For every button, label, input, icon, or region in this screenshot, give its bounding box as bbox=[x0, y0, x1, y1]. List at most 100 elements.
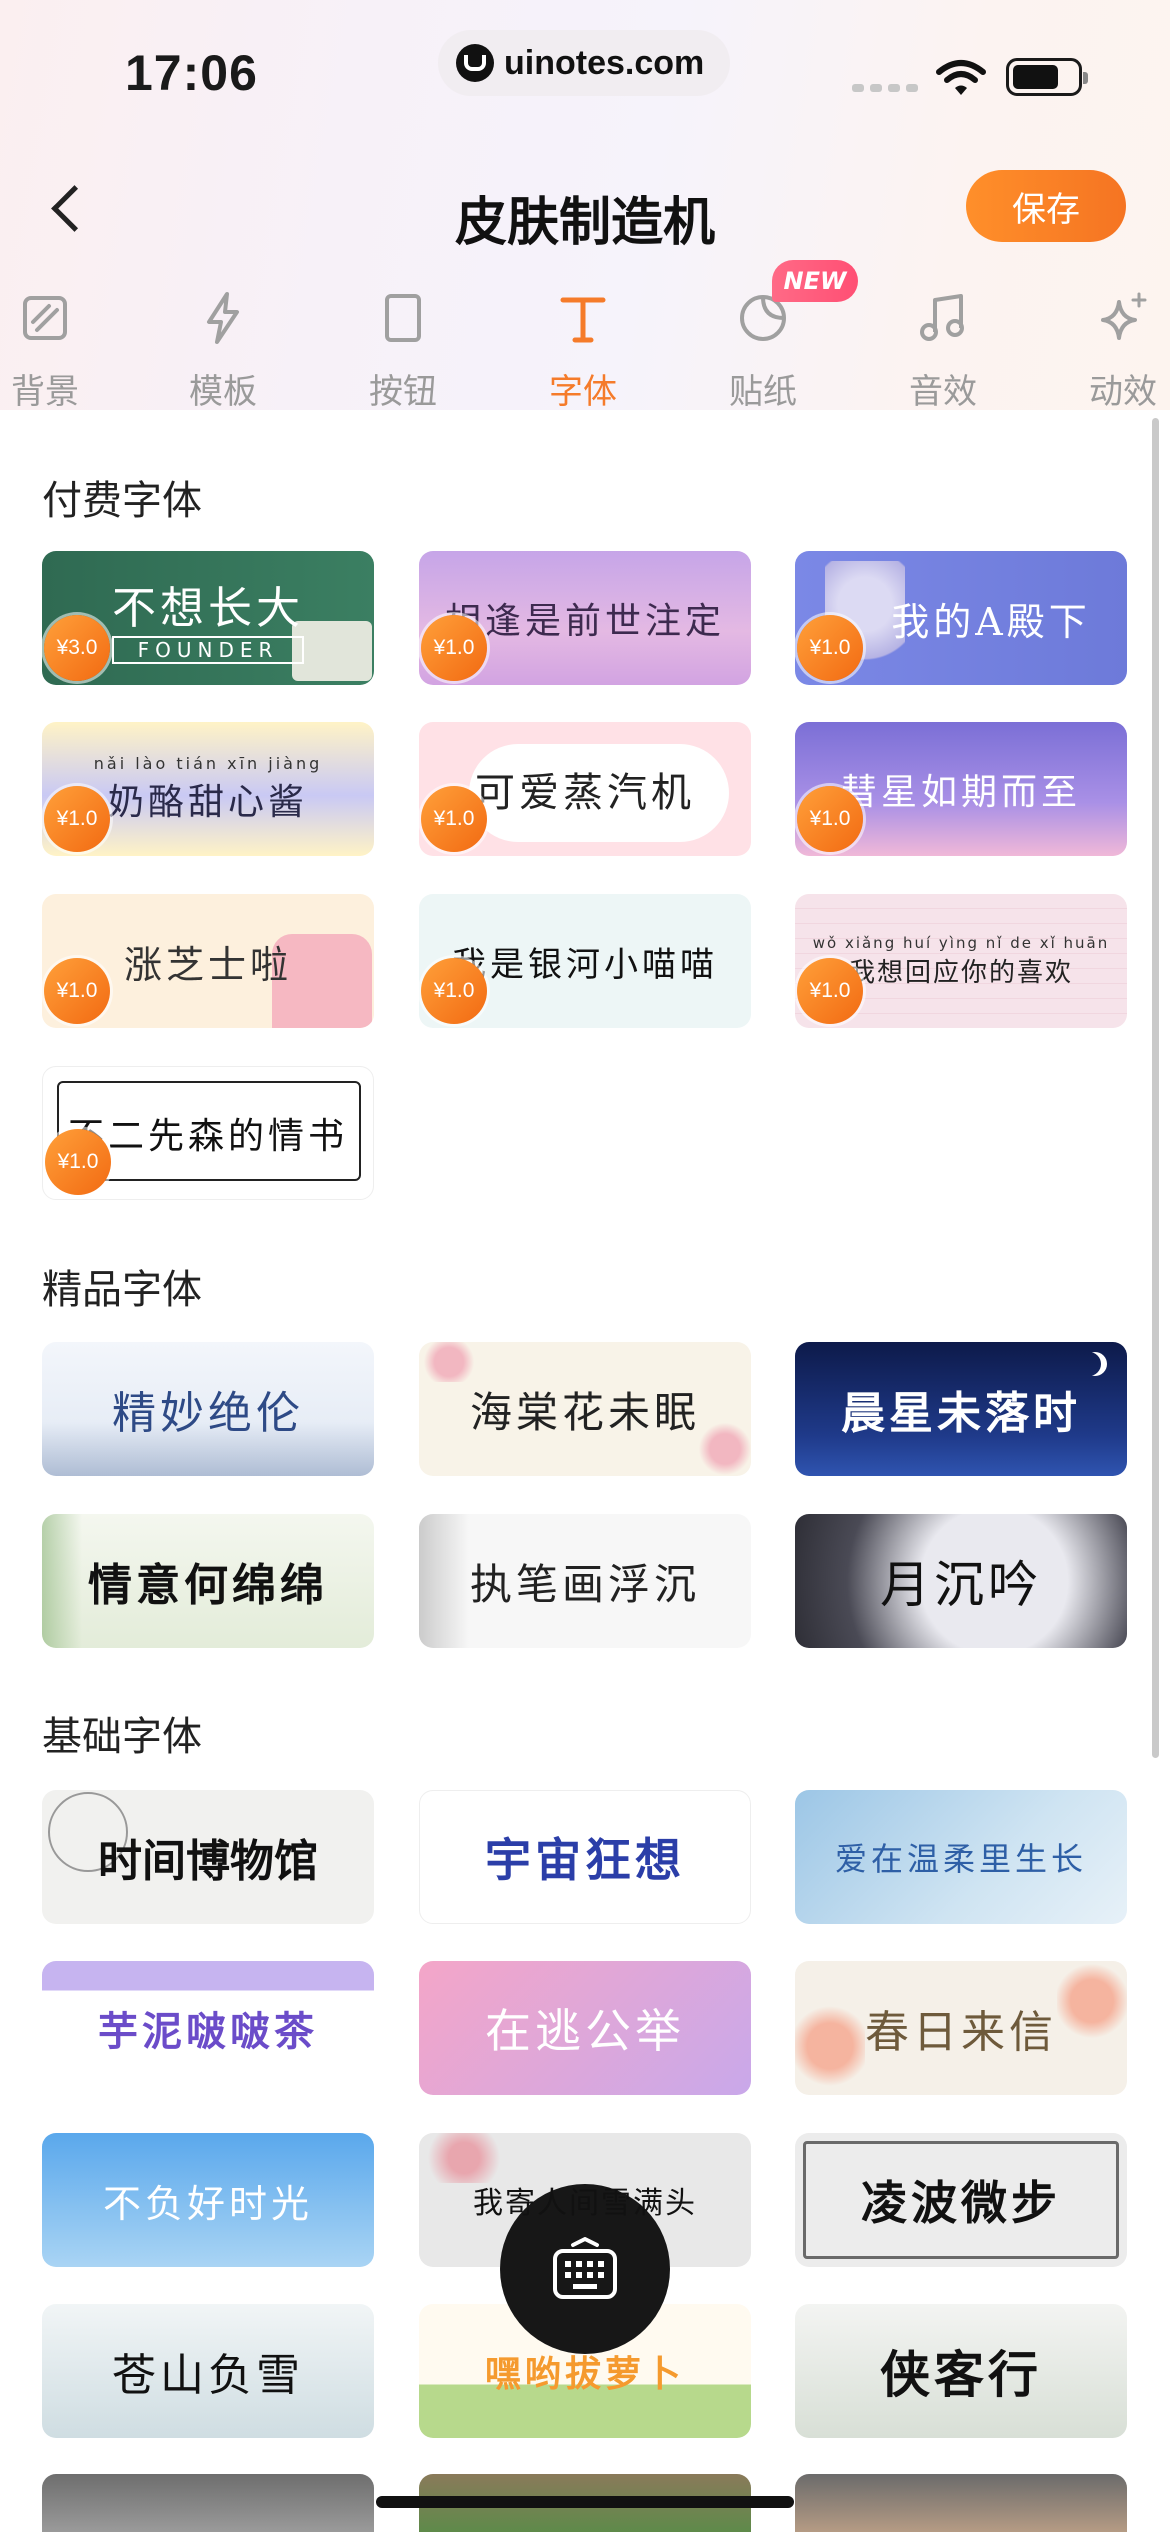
font-sample-text: 芋泥啵啵茶 bbox=[98, 2008, 318, 2055]
button-icon bbox=[385, 294, 421, 342]
font-sample-text: 执笔画浮沉 bbox=[469, 1559, 700, 1609]
font-card[interactable]: 相逢是前世注定 ¥1.0 bbox=[419, 551, 751, 685]
price-badge: ¥1.0 bbox=[797, 958, 863, 1024]
font-sample-text: 月沉吟 bbox=[880, 1556, 1042, 1614]
price-badge: ¥1.0 bbox=[45, 1129, 111, 1195]
font-card[interactable]: 晨星未落时 bbox=[795, 1342, 1127, 1476]
font-sample-text: 苍山负雪 bbox=[112, 2350, 304, 2401]
font-card[interactable]: 情意何绵绵 bbox=[42, 1514, 374, 1648]
font-sample-text: 春日来信 bbox=[865, 2007, 1057, 2058]
price-badge: ¥1.0 bbox=[421, 958, 487, 1024]
font-sample-text: 时间博物馆 bbox=[98, 1836, 318, 1887]
tab-label: 音效 bbox=[909, 372, 977, 412]
font-card[interactable]: 凌波微步 bbox=[795, 2133, 1127, 2267]
new-badge: NEW bbox=[772, 260, 858, 302]
font-sample-text: 不想长大 bbox=[112, 583, 304, 634]
font-sample-text: 嘿哟拔萝卜 bbox=[484, 2353, 685, 2395]
font-card[interactable]: nǎi lào tián xīn jiàng 奶酪甜心酱 ¥1.0 bbox=[42, 722, 374, 856]
url-pill[interactable]: uinotes.com bbox=[438, 30, 730, 96]
keyboard-icon bbox=[553, 2237, 617, 2299]
price-badge: ¥1.0 bbox=[421, 786, 487, 852]
font-sample-text: 相逢是前世注定 bbox=[444, 601, 725, 642]
font-card[interactable]: 苍山负雪 bbox=[42, 2304, 374, 2438]
url-text: uinotes.com bbox=[504, 43, 705, 82]
font-card[interactable]: 我的A殿下 ¥1.0 bbox=[795, 551, 1127, 685]
font-pinyin: nǎi lào tián xīn jiàng bbox=[93, 753, 323, 773]
font-card[interactable]: 在逃公举 bbox=[419, 1961, 751, 2095]
font-sample-text: 精妙绝伦 bbox=[112, 1388, 304, 1439]
status-time: 17:06 bbox=[125, 45, 258, 101]
font-card[interactable]: 不负好时光 bbox=[42, 2133, 374, 2267]
font-card[interactable]: 我是银河小喵喵 ¥1.0 bbox=[419, 894, 751, 1028]
font-sample-text: 侠客行 bbox=[880, 2345, 1042, 2404]
font-sample-text: 我寄人间雪满头 bbox=[473, 2186, 697, 2221]
tab-label: 模板 bbox=[189, 372, 257, 412]
font-card[interactable]: 不想长大 FOUNDER ¥3.0 bbox=[42, 551, 374, 685]
sparkle-icon bbox=[1101, 292, 1147, 340]
navigation-header: 皮肤制造机 保存 bbox=[0, 160, 1170, 260]
font-card[interactable]: 侠客行 bbox=[795, 2304, 1127, 2438]
background-icon bbox=[23, 296, 67, 340]
font-sample-text: 不二先森的情书 bbox=[67, 1116, 348, 1157]
save-button[interactable]: 保存 bbox=[966, 170, 1126, 242]
price-badge: ¥3.0 bbox=[44, 615, 110, 681]
site-logo-icon bbox=[456, 44, 494, 82]
tab-font[interactable]: 字体 bbox=[518, 280, 648, 412]
font-sample-text: 爱在温柔里生长 bbox=[834, 1840, 1087, 1878]
battery-icon bbox=[1006, 58, 1088, 96]
section-title-premium: 精品字体 bbox=[42, 1267, 202, 1313]
music-note-icon bbox=[920, 294, 964, 341]
tab-label: 动效 bbox=[1089, 372, 1157, 412]
font-card[interactable]: 不二先森的情书 ¥1.0 bbox=[42, 1066, 374, 1200]
price-badge: ¥1.0 bbox=[421, 615, 487, 681]
font-card[interactable]: 彗星如期而至 ¥1.0 bbox=[795, 722, 1127, 856]
tab-animation[interactable]: 动效 bbox=[1058, 280, 1170, 412]
font-sample-text: 我是银河小喵喵 bbox=[452, 944, 718, 985]
tab-background[interactable]: 背景 bbox=[0, 280, 110, 412]
font-card[interactable]: 春日来信 bbox=[795, 1961, 1127, 2095]
cellular-signal-icon bbox=[852, 84, 918, 92]
scrollbar[interactable] bbox=[1152, 418, 1159, 1758]
font-card[interactable]: 爱在温柔里生长 bbox=[795, 1790, 1127, 1924]
lightning-icon bbox=[207, 292, 239, 344]
font-card[interactable]: 月沉吟 bbox=[795, 1514, 1127, 1648]
font-sample-text: 不负好时光 bbox=[102, 2181, 313, 2226]
font-card[interactable]: 宇宙狂想 bbox=[419, 1790, 751, 1924]
font-sample-text: 海棠花未眠 bbox=[469, 1387, 700, 1437]
font-card-partial[interactable] bbox=[795, 2474, 1127, 2532]
font-sample-text: 凌波微步 bbox=[861, 2176, 1061, 2230]
tab-label: 字体 bbox=[549, 372, 617, 412]
tab-label: 背景 bbox=[11, 372, 79, 412]
price-badge: ¥1.0 bbox=[44, 786, 110, 852]
price-badge: ¥1.0 bbox=[797, 786, 863, 852]
font-card[interactable]: 可爱蒸汽机 ¥1.0 bbox=[419, 722, 751, 856]
font-sample-text: 在逃公举 bbox=[485, 2004, 685, 2058]
font-sample-text: 奶酪甜心酱 bbox=[107, 781, 308, 823]
font-card[interactable]: 涨芝士啦 ¥1.0 bbox=[42, 894, 374, 1028]
font-sample-text: 彗星如期而至 bbox=[840, 772, 1081, 813]
font-sample-text: 可爱蒸汽机 bbox=[475, 770, 695, 816]
font-sample-text: 涨芝士啦 bbox=[123, 942, 292, 987]
section-title-basic: 基础字体 bbox=[42, 1714, 202, 1760]
tab-button[interactable]: 按钮 bbox=[338, 280, 468, 412]
home-indicator bbox=[376, 2496, 794, 2508]
tab-sound[interactable]: 音效 bbox=[878, 280, 1008, 412]
font-sample-text: 宇宙狂想 bbox=[485, 1833, 685, 1887]
font-card[interactable]: 时间博物馆 bbox=[42, 1790, 374, 1924]
category-tabs: 背景 模板 按钮 字体 贴纸 音效 动效 bbox=[0, 280, 1170, 412]
font-icon bbox=[560, 297, 606, 343]
tab-template[interactable]: 模板 bbox=[158, 280, 288, 412]
wifi-icon bbox=[936, 60, 986, 95]
font-sample-text: 情意何绵绵 bbox=[88, 1560, 328, 1611]
tab-label: 贴纸 bbox=[729, 372, 797, 412]
font-card[interactable]: 芋泥啵啵茶 bbox=[42, 1961, 374, 2095]
font-card[interactable]: 精妙绝伦 bbox=[42, 1342, 374, 1476]
status-bar: 17:06 uinotes.com bbox=[0, 0, 1170, 150]
font-card[interactable]: wǒ xiǎng huí yìng nǐ de xǐ huān 我想回应你的喜欢… bbox=[795, 894, 1127, 1028]
font-sample-text: 我的A殿下 bbox=[891, 599, 1091, 644]
font-card-partial[interactable] bbox=[42, 2474, 374, 2532]
font-sample-text: 晨星未落时 bbox=[841, 1388, 1081, 1439]
font-card[interactable]: 海棠花未眠 bbox=[419, 1342, 751, 1476]
font-card[interactable]: 执笔画浮沉 bbox=[419, 1514, 751, 1648]
price-badge: ¥1.0 bbox=[797, 615, 863, 681]
